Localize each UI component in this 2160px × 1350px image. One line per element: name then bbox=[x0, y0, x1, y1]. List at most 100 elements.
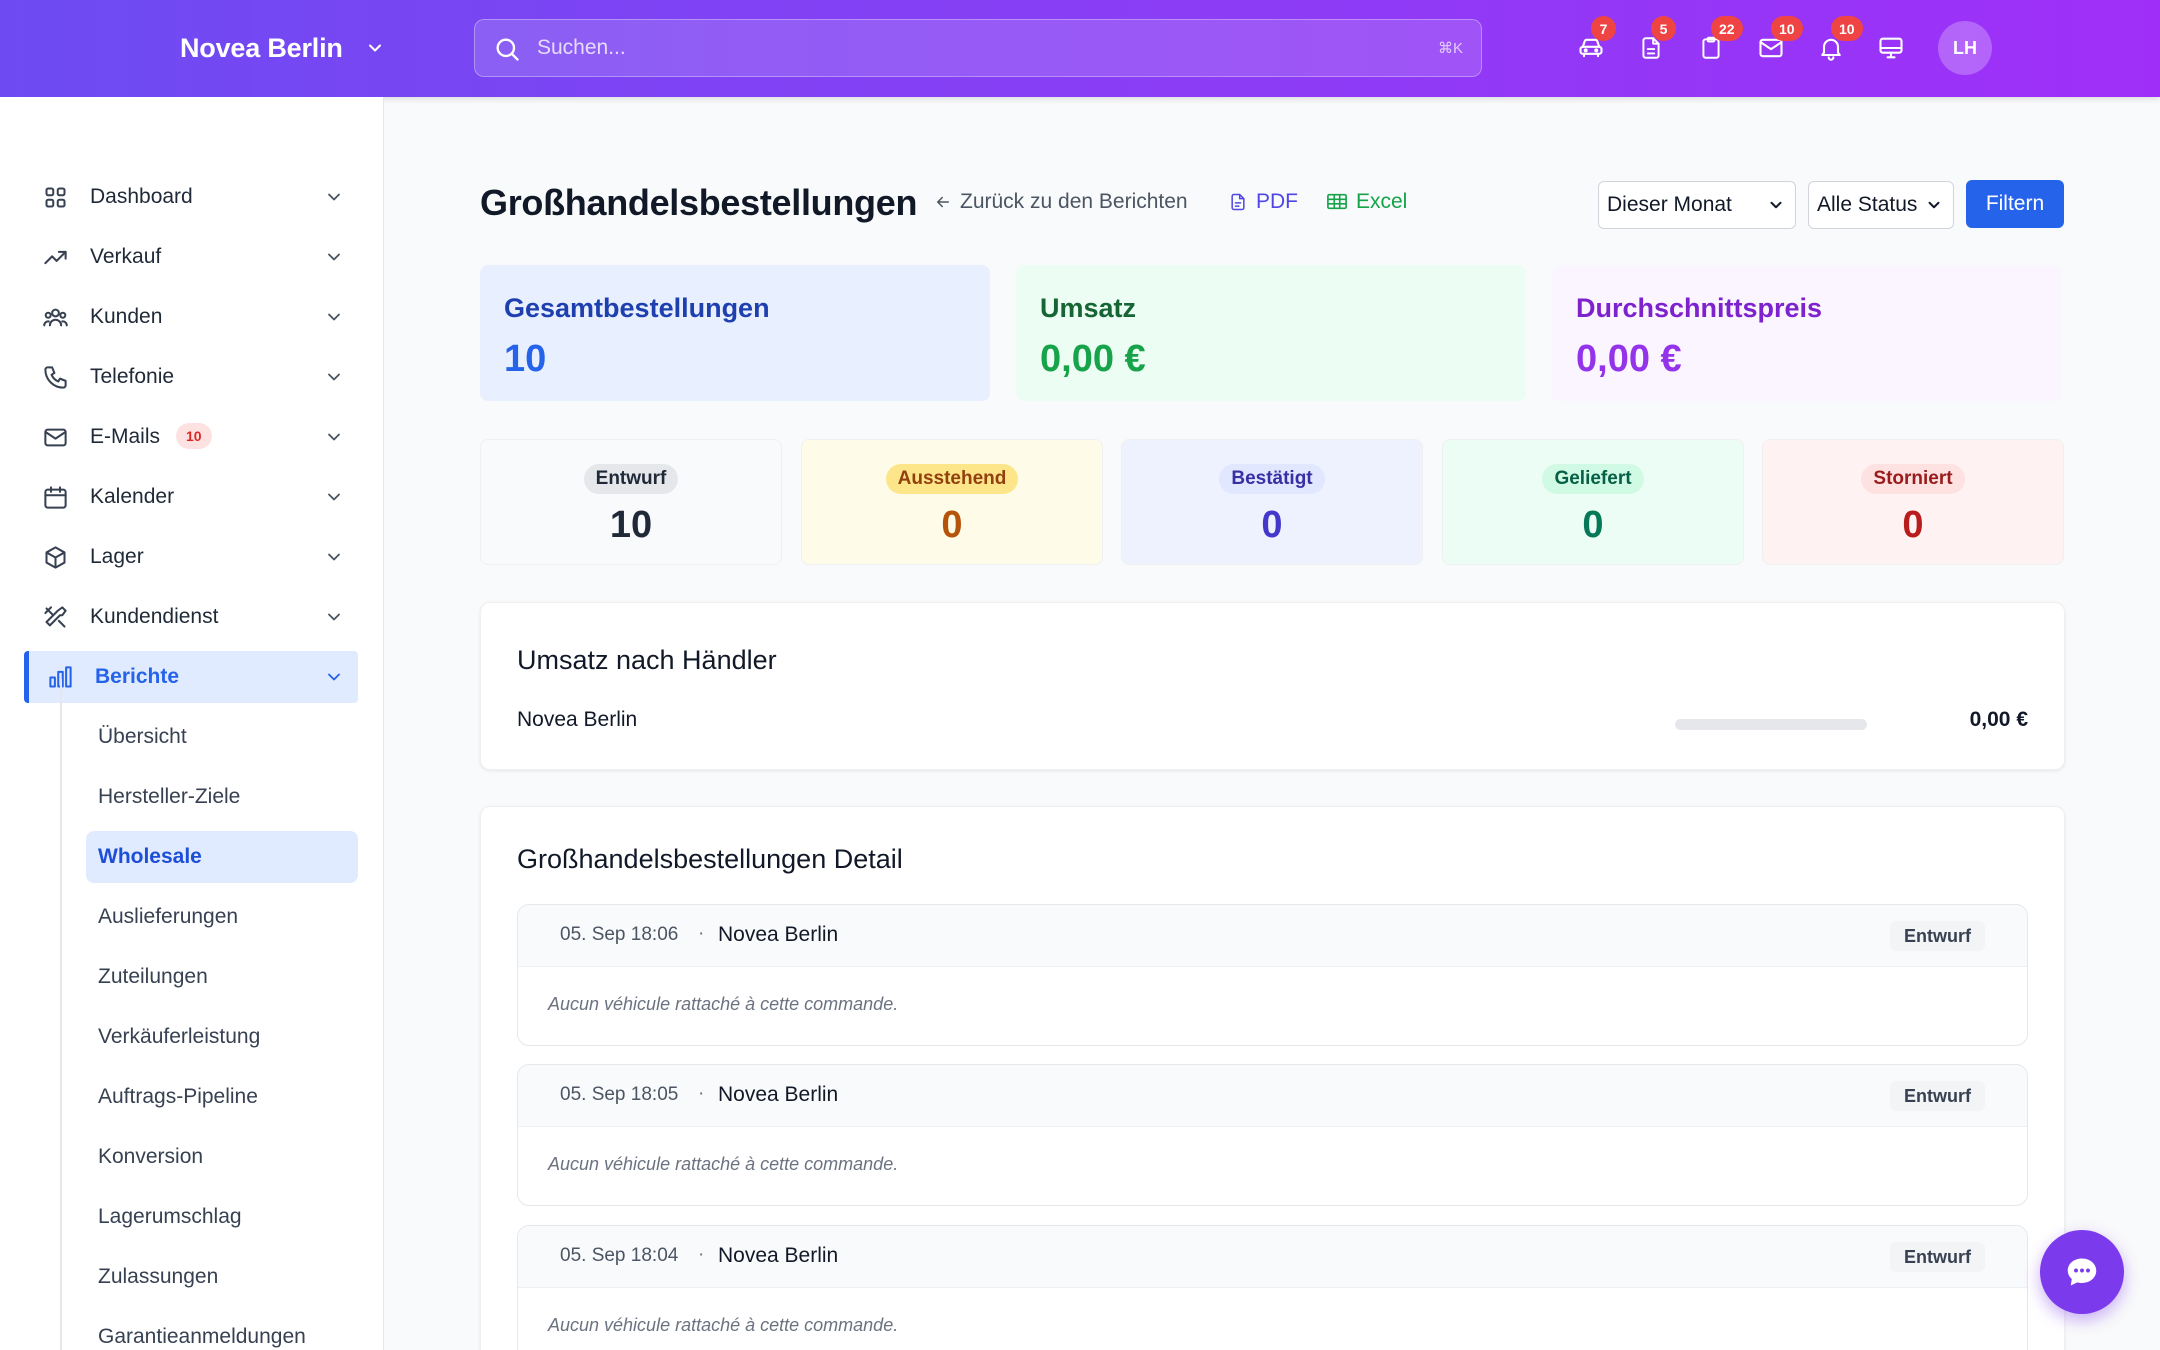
back-link-label: Zurück zu den Berichten bbox=[960, 190, 1188, 213]
sidebar: Dashboard Verkauf Kunden Telefonie E-Mai… bbox=[0, 97, 384, 1350]
sidebar-item-dashboard[interactable]: Dashboard bbox=[24, 171, 358, 223]
sidebar-subitem-auftrags-pipeline[interactable]: Auftrags-Pipeline bbox=[86, 1071, 358, 1123]
sidebar-item-lager[interactable]: Lager bbox=[24, 531, 358, 583]
chevron-down-icon bbox=[328, 433, 340, 441]
section-title: Großhandelsbestellungen Detail bbox=[517, 844, 903, 874]
sidebar-item-verkauf[interactable]: Verkauf bbox=[24, 231, 358, 283]
sidebar-subitem-hersteller-ziele[interactable]: Hersteller-Ziele bbox=[86, 771, 358, 823]
status-card-entwurf: Entwurf 10 bbox=[480, 439, 782, 565]
chat-button[interactable] bbox=[2040, 1230, 2124, 1314]
chevron-down-icon bbox=[328, 253, 340, 261]
sidebar-item-kundendienst[interactable]: Kundendienst bbox=[24, 591, 358, 643]
order-row[interactable]: 05. Sep 18:04 · Novea Berlin Entwurf Auc… bbox=[517, 1225, 2028, 1350]
sidebar-subitem-uebersicht[interactable]: Übersicht bbox=[86, 711, 358, 763]
order-row[interactable]: 05. Sep 18:05 · Novea Berlin Entwurf Auc… bbox=[517, 1064, 2028, 1206]
sidebar-item-kalender[interactable]: Kalender bbox=[24, 471, 358, 523]
sidebar-item-label: Kunden bbox=[90, 305, 163, 328]
search-shortcut: ⌘K bbox=[1437, 40, 1463, 57]
monitor-icon-button[interactable] bbox=[1871, 28, 1911, 68]
order-empty-note: Aucun véhicule rattaché à cette commande… bbox=[548, 994, 899, 1014]
kpi-value: 0,00 € bbox=[1576, 338, 1682, 380]
sidebar-subitem-konversion[interactable]: Konversion bbox=[86, 1131, 358, 1183]
status-card-bestaetigt: Bestätigt 0 bbox=[1121, 439, 1423, 565]
document-icon-button[interactable]: 5 bbox=[1631, 16, 1676, 68]
monitor-icon bbox=[1879, 37, 1903, 59]
status-count: 0 bbox=[941, 504, 963, 546]
notification-badge: 10 bbox=[1831, 16, 1863, 41]
kpi-card-total-orders: Gesamtbestellungen 10 bbox=[480, 265, 990, 401]
status-pill: Entwurf bbox=[583, 464, 679, 494]
brand-switcher[interactable]: Novea Berlin bbox=[180, 28, 385, 68]
sidebar-item-berichte[interactable]: Berichte bbox=[24, 651, 358, 703]
sidebar-subitem-wholesale[interactable]: Wholesale bbox=[86, 831, 358, 883]
sidebar-item-telefonie[interactable]: Telefonie bbox=[24, 351, 358, 403]
sidebar-item-label: Berichte bbox=[95, 665, 180, 688]
status-count: 0 bbox=[1902, 504, 1924, 546]
order-date: 05. Sep 18:05 bbox=[560, 1084, 679, 1105]
sidebar-subitem-garantieanmeldungen[interactable]: Garantieanmeldungen bbox=[86, 1311, 358, 1350]
chevron-down-icon bbox=[328, 553, 340, 561]
email-count-badge: 10 bbox=[176, 423, 212, 449]
status-pill: Ausstehend bbox=[885, 464, 1019, 494]
sidebar-subitem-auslieferungen[interactable]: Auslieferungen bbox=[86, 891, 358, 943]
bell-icon-button[interactable]: 10 bbox=[1811, 16, 1863, 68]
filter-button[interactable]: Filtern bbox=[1966, 180, 2064, 228]
order-date: 05. Sep 18:04 bbox=[560, 1245, 679, 1266]
order-header: 05. Sep 18:06 · Novea Berlin Entwurf bbox=[518, 905, 2027, 967]
sidebar-subitem-zuteilungen[interactable]: Zuteilungen bbox=[86, 951, 358, 1003]
mail-icon bbox=[44, 428, 67, 447]
page-title: Großhandelsbestellungen bbox=[480, 182, 918, 223]
status-count: 10 bbox=[609, 504, 653, 546]
chevron-down-icon bbox=[328, 313, 340, 321]
order-dealer: Novea Berlin bbox=[718, 1244, 839, 1267]
search-input[interactable] bbox=[475, 20, 1481, 76]
chevron-down-icon bbox=[1770, 201, 1782, 209]
sidebar-subitem-verkaeuferleistung[interactable]: Verkäuferleistung bbox=[86, 1011, 358, 1063]
brand-name: Novea Berlin bbox=[180, 32, 343, 63]
status-select[interactable]: Alle Status bbox=[1808, 181, 1954, 229]
order-dealer: Novea Berlin bbox=[718, 1083, 839, 1106]
back-to-reports-link[interactable]: Zurück zu den Berichten bbox=[934, 190, 1188, 214]
period-select[interactable]: Dieser Monat bbox=[1598, 181, 1796, 229]
dealer-name: Novea Berlin bbox=[517, 708, 638, 731]
status-card-storniert: Storniert 0 bbox=[1762, 439, 2064, 565]
excel-export-link[interactable]: Excel bbox=[1326, 190, 1407, 214]
status-card-geliefert: Geliefert 0 bbox=[1442, 439, 1744, 565]
sidebar-item-kunden[interactable]: Kunden bbox=[24, 291, 358, 343]
tools-icon bbox=[44, 606, 67, 628]
kpi-card-revenue: Umsatz 0,00 € bbox=[1016, 265, 1526, 401]
sidebar-item-emails[interactable]: E-Mails 10 bbox=[24, 411, 358, 463]
order-row[interactable]: 05. Sep 18:06 · Novea Berlin Entwurf Auc… bbox=[517, 904, 2028, 1046]
mail-icon-button[interactable]: 10 bbox=[1751, 16, 1803, 68]
status-pill: Bestätigt bbox=[1219, 464, 1325, 494]
kpi-label: Durchschnittspreis bbox=[1576, 293, 1823, 323]
period-select-value: Dieser Monat bbox=[1607, 193, 1732, 216]
status-card-ausstehend: Ausstehend 0 bbox=[801, 439, 1103, 565]
dealer-revenue-value: 0,00 € bbox=[1969, 708, 2028, 731]
sidebar-subitem-zulassungen[interactable]: Zulassungen bbox=[86, 1251, 358, 1303]
sidebar-subitem-lagerumschlag[interactable]: Lagerumschlag bbox=[86, 1191, 358, 1243]
calendar-icon bbox=[44, 486, 67, 509]
chevron-down-icon bbox=[328, 673, 340, 681]
separator-dot: · bbox=[698, 1083, 705, 1104]
avatar[interactable]: LH bbox=[1938, 21, 1992, 75]
sidebar-item-label: Lager bbox=[90, 545, 144, 568]
order-status-badge: Entwurf bbox=[1890, 1081, 1985, 1111]
kpi-value: 10 bbox=[504, 338, 547, 380]
top-bar: Novea Berlin ⌘K 7 5 22 10 10 LH bbox=[0, 0, 2160, 97]
chevron-down-icon bbox=[328, 193, 340, 201]
clipboard-icon-button[interactable]: 22 bbox=[1691, 16, 1743, 68]
order-header: 05. Sep 18:04 · Novea Berlin Entwurf bbox=[518, 1226, 2027, 1288]
search-bar[interactable]: ⌘K bbox=[474, 19, 1482, 77]
order-dealer: Novea Berlin bbox=[718, 923, 839, 946]
dealer-revenue-card: Umsatz nach Händler Novea Berlin 0,00 € bbox=[480, 602, 2065, 770]
chevron-down-icon bbox=[328, 493, 340, 501]
pdf-export-link[interactable]: PDF bbox=[1228, 190, 1298, 214]
file-pdf-icon bbox=[1231, 193, 1245, 211]
status-pill: Storniert bbox=[1861, 464, 1965, 494]
car-icon-button[interactable]: 7 bbox=[1571, 16, 1616, 68]
sidebar-item-label: E-Mails bbox=[90, 425, 161, 448]
notification-badge: 10 bbox=[1771, 16, 1803, 41]
pdf-label: PDF bbox=[1256, 190, 1298, 213]
chevron-down-icon bbox=[328, 373, 340, 381]
